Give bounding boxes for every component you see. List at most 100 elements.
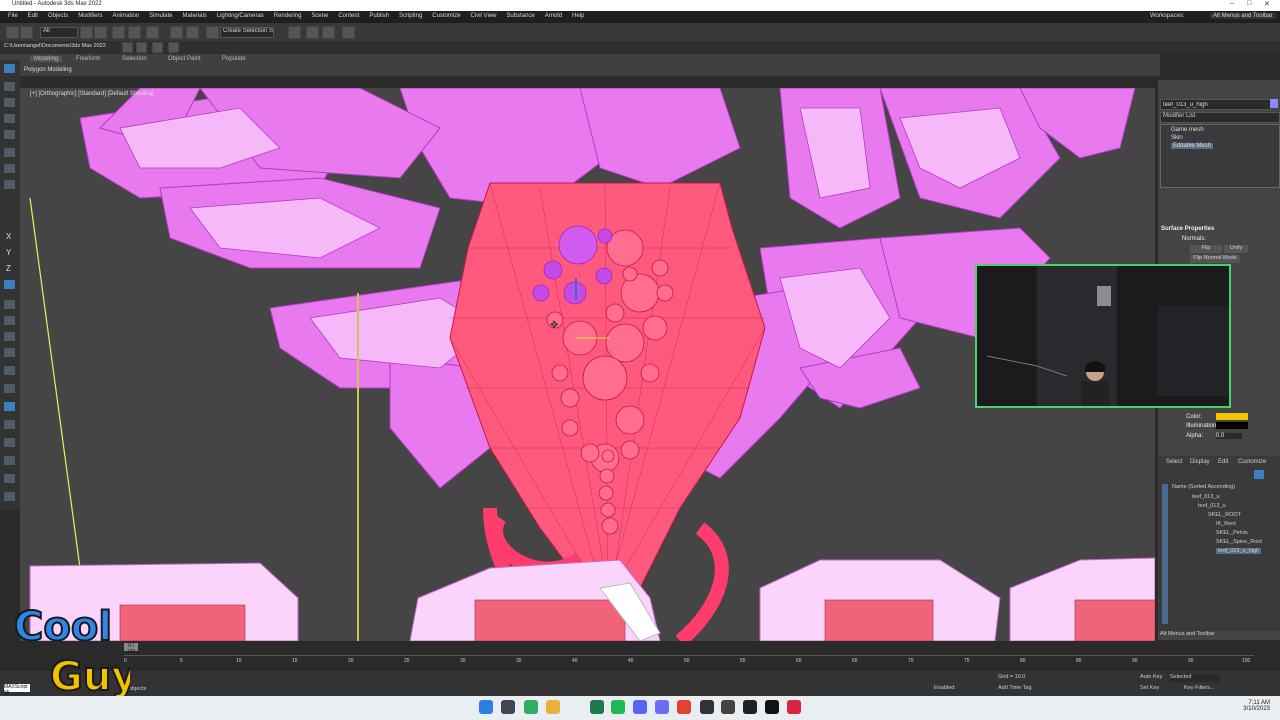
modifier-list-select[interactable]: Modifier List xyxy=(1160,112,1280,123)
axis-xy-icon[interactable] xyxy=(4,280,15,289)
tree-item[interactable]: teef_013_u xyxy=(1198,503,1226,509)
obs-icon[interactable] xyxy=(743,700,757,714)
app-icon[interactable] xyxy=(700,700,714,714)
scale-icon[interactable] xyxy=(186,26,199,39)
tool-icon[interactable] xyxy=(4,114,15,123)
app-icon[interactable] xyxy=(590,700,604,714)
project-icon[interactable] xyxy=(168,42,179,53)
explorer-column-header[interactable]: Name (Sorted Ascending) xyxy=(1172,484,1235,490)
menu-rendering[interactable]: Rendering xyxy=(274,13,302,19)
select-by-name-icon[interactable] xyxy=(94,26,107,39)
tool-icon[interactable] xyxy=(4,402,15,411)
alt-menu-label[interactable]: Alt Menus and Toolbar xyxy=(1160,631,1215,637)
menu-objects[interactable]: Objects xyxy=(48,13,68,19)
menu-publish[interactable]: Publish xyxy=(369,13,389,19)
filter-icon[interactable] xyxy=(1254,470,1264,479)
tool-icon[interactable] xyxy=(4,300,15,309)
select-object-icon[interactable] xyxy=(80,26,93,39)
viewport-label[interactable]: [+] [Orthographic] [Standard] [Default S… xyxy=(30,91,154,97)
illumination-swatch[interactable] xyxy=(1216,422,1248,429)
flip-normal-mode-button[interactable]: Flip Normal Mode xyxy=(1190,255,1240,263)
undo-icon[interactable] xyxy=(6,26,19,39)
clock[interactable]: 7:11 AM 3/10/2023 xyxy=(1243,700,1270,712)
menu-lighting[interactable]: Lighting/Cameras xyxy=(217,13,264,19)
3dsmax-icon[interactable] xyxy=(787,700,801,714)
menu-scene[interactable]: Scene xyxy=(311,13,328,19)
render-setup-icon[interactable] xyxy=(322,26,335,39)
discord-icon[interactable] xyxy=(633,700,647,714)
surface-properties-heading[interactable]: Surface Properties xyxy=(1161,226,1214,232)
tree-item[interactable]: teef_013_u xyxy=(1192,494,1220,500)
app-icon[interactable] xyxy=(721,700,735,714)
tree-item-selected[interactable]: teef_013_u_high xyxy=(1216,548,1261,554)
menu-arnold[interactable]: Arnold xyxy=(545,13,562,19)
spotify-icon[interactable] xyxy=(611,700,625,714)
tool-icon[interactable] xyxy=(4,332,15,341)
stack-item-editable-mesh[interactable]: Editable Mesh xyxy=(1171,143,1214,149)
tree-item[interactable]: SKEL_Spine_Root xyxy=(1216,539,1262,545)
menu-simulate[interactable]: Simulate xyxy=(149,13,172,19)
redo-icon[interactable] xyxy=(20,26,33,39)
tool-icon[interactable] xyxy=(4,438,15,447)
app-icon[interactable] xyxy=(655,700,669,714)
tab-populate[interactable]: Populate xyxy=(222,56,246,62)
tree-item[interactable]: IK_Root xyxy=(1216,521,1236,527)
snap-icon[interactable] xyxy=(206,26,219,39)
color-swatch[interactable] xyxy=(1216,413,1248,420)
close-button[interactable]: ✕ xyxy=(1264,0,1270,8)
minimize-button[interactable]: – xyxy=(1230,0,1234,7)
tab-freeform[interactable]: Freeform xyxy=(76,56,100,62)
menu-customize[interactable]: Customize xyxy=(432,13,460,19)
maximize-button[interactable]: □ xyxy=(1247,0,1251,7)
tool-icon[interactable] xyxy=(4,180,15,189)
layer-explorer-icon[interactable] xyxy=(288,26,301,39)
auto-key-button[interactable]: Auto Key xyxy=(1140,674,1162,680)
axis-x-icon[interactable]: X xyxy=(6,232,11,241)
move-icon[interactable] xyxy=(146,26,159,39)
rect-select-icon[interactable] xyxy=(112,26,125,39)
file-explorer-icon[interactable] xyxy=(546,700,560,714)
menu-help[interactable]: Help xyxy=(572,13,584,19)
folder-icon[interactable] xyxy=(122,42,133,53)
tool-icon[interactable] xyxy=(4,82,15,91)
app-icon[interactable] xyxy=(765,700,779,714)
menu-scripting[interactable]: Scripting xyxy=(399,13,422,19)
menu-content[interactable]: Content xyxy=(338,13,359,19)
object-name-field[interactable] xyxy=(1160,99,1272,110)
menu-civil-view[interactable]: Civil View xyxy=(471,13,497,19)
tab-selection[interactable]: Selection xyxy=(122,56,147,62)
menu-animation[interactable]: Animation xyxy=(113,13,140,19)
axis-z-icon[interactable]: Z xyxy=(6,264,11,273)
tree-item[interactable]: SKEL_ROOT xyxy=(1208,512,1241,518)
tool-icon[interactable] xyxy=(4,456,15,465)
tree-item[interactable]: SKEL_Pelvis xyxy=(1216,530,1248,536)
tool-icon[interactable] xyxy=(4,316,15,325)
menu-edit[interactable]: Edit xyxy=(28,13,38,19)
menu-modifiers[interactable]: Modifiers xyxy=(78,13,102,19)
menu-substance[interactable]: Substance xyxy=(506,13,534,19)
selection-set-input[interactable]: Create Selection Se xyxy=(220,27,274,38)
project-path[interactable]: C:\Users\angel\Documents\3ds Max 2022 xyxy=(4,43,106,49)
menu-materials[interactable]: Materials xyxy=(182,13,206,19)
tab-modeling[interactable]: Modeling xyxy=(30,56,63,62)
tool-icon[interactable] xyxy=(4,492,15,501)
tab-object-paint[interactable]: Object Paint xyxy=(168,56,201,62)
window-crossing-icon[interactable] xyxy=(128,26,141,39)
tool-icon[interactable] xyxy=(4,348,15,357)
render-icon[interactable] xyxy=(342,26,355,39)
tool-icon[interactable] xyxy=(4,164,15,173)
axis-y-icon[interactable]: Y xyxy=(6,248,11,257)
ribbon-polygon-modeling[interactable]: Polygon Modeling xyxy=(24,67,72,73)
tab-customize[interactable]: Customize xyxy=(1238,459,1266,465)
tool-icon[interactable] xyxy=(4,420,15,429)
stack-item-game-mesh[interactable]: Game mesh xyxy=(1171,127,1204,133)
set-key-button[interactable]: Set Key xyxy=(1140,685,1159,691)
tool-icon[interactable] xyxy=(4,148,15,157)
tool-icon[interactable] xyxy=(4,366,15,375)
tool-icon[interactable] xyxy=(4,474,15,483)
selected-select[interactable]: Selected xyxy=(1170,674,1220,682)
workspaces-select[interactable]: Alt Menus and Toolbar xyxy=(1210,13,1276,19)
chrome-icon[interactable] xyxy=(677,700,691,714)
search-icon[interactable] xyxy=(501,700,515,714)
widgets-icon[interactable] xyxy=(524,700,538,714)
